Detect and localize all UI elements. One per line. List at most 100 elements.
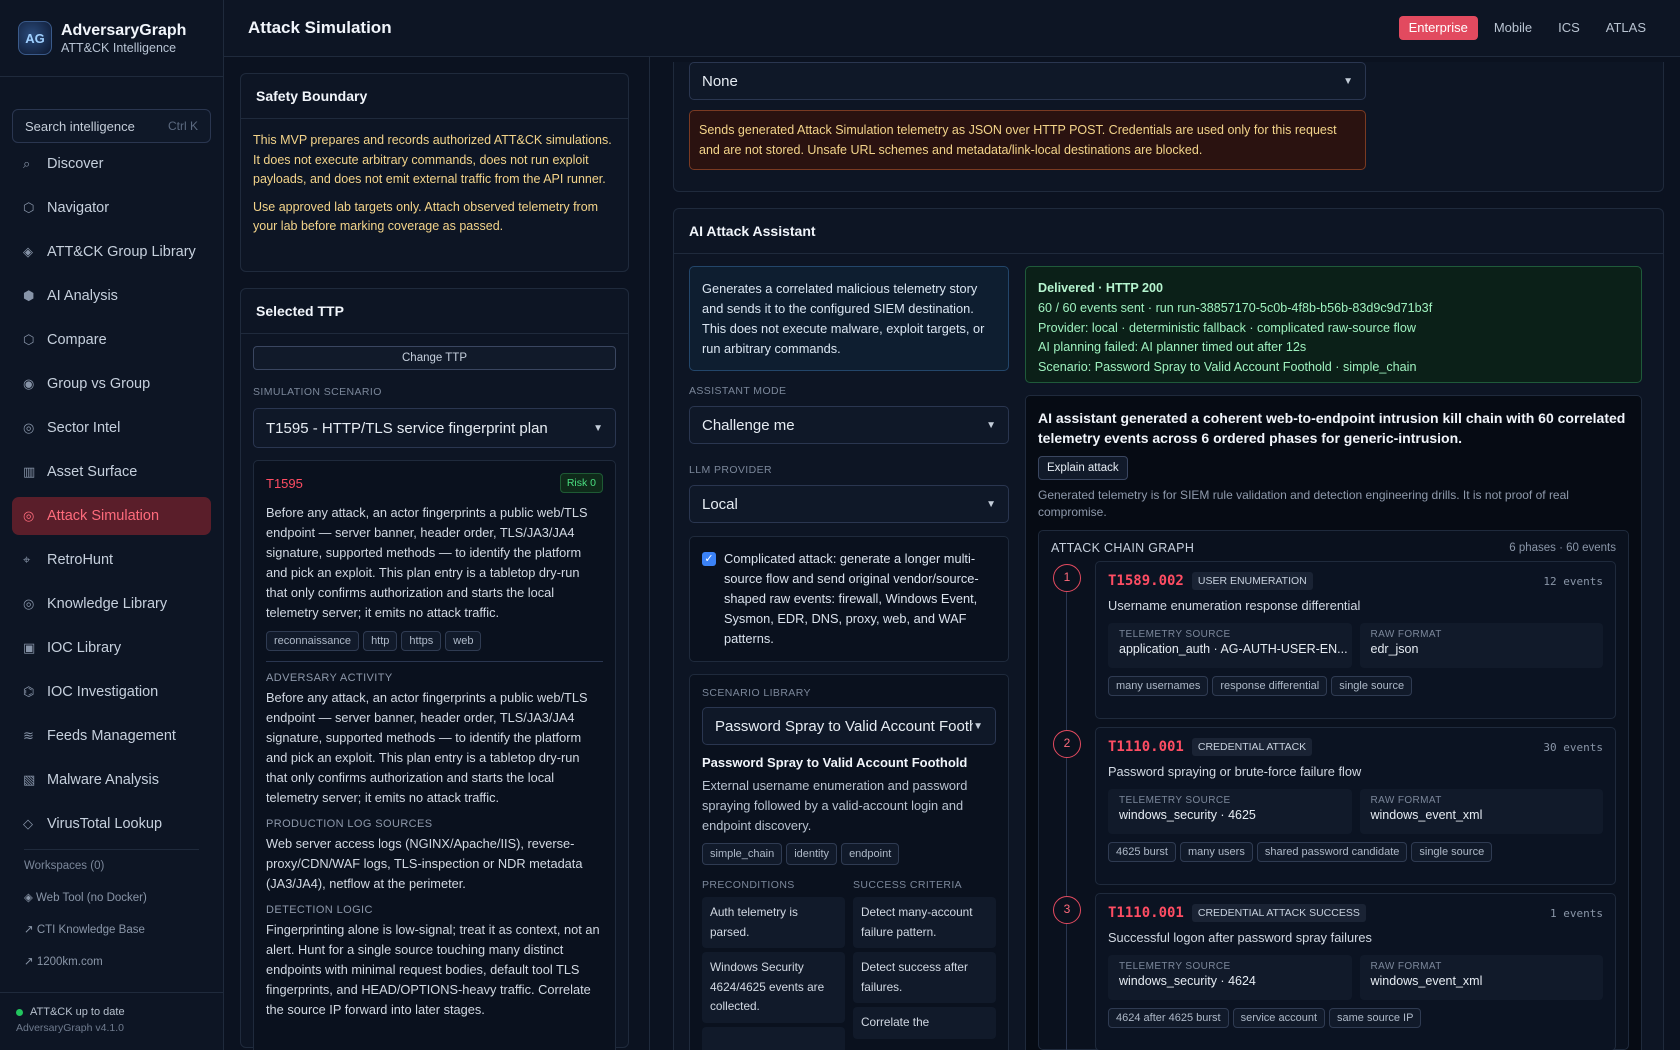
tab-mobile[interactable]: Mobile <box>1484 16 1542 40</box>
sidebar-item-group-vs-group[interactable]: ◉ Group vs Group <box>12 365 211 403</box>
phase-title: Password spraying or brute-force failure… <box>1108 764 1362 779</box>
sidebar-item-label: IOC Investigation <box>47 684 159 700</box>
phase-technique-id[interactable]: T1110.001 <box>1108 905 1184 921</box>
tab-ics[interactable]: ICS <box>1548 16 1590 40</box>
tag-chip: https <box>401 631 442 651</box>
telemetry-source-value: application_auth · AG-AUTH-USER-EN... <box>1119 642 1348 656</box>
sidebar-item-navigator[interactable]: ⬡ Navigator <box>12 189 211 227</box>
telemetry-source: TELEMETRY SOURCE windows_security · 4625 <box>1108 789 1352 834</box>
complicated-attack-label: Complicated attack: generate a longer mu… <box>724 551 979 646</box>
delivery-line-4: Scenario: Password Spray to Valid Accoun… <box>1038 360 1417 375</box>
sidebar-item-feeds-management[interactable]: ≋ Feeds Management <box>12 717 211 755</box>
sidebar-item-ai-analysis[interactable]: ⬢ AI Analysis <box>12 277 211 315</box>
siem-auth-select[interactable]: None ▼ <box>689 62 1366 100</box>
tag-chip: many users <box>1179 842 1253 862</box>
delivery-line-2: Provider: local · deterministic fallback… <box>1038 320 1416 335</box>
phase-card[interactable]: T1589.002 USER ENUMERATION 12 events Userna… <box>1095 561 1616 719</box>
tag-chip: service account <box>1232 1008 1326 1028</box>
virustotal-lookup-icon: ◇ <box>23 816 33 831</box>
workspace-link-cti-kb[interactable]: ↗ CTI Knowledge Base <box>24 914 199 946</box>
phase-type-badge: CREDENTIAL ATTACK SUCCESS <box>1191 904 1366 922</box>
tab-enterprise[interactable]: Enterprise <box>1398 16 1478 40</box>
ioc-investigation-icon: ⌬ <box>23 684 35 699</box>
scenario-title: Password Spray to Valid Account Foothold <box>702 755 968 770</box>
topbar: Attack Simulation Enterprise Mobile ICS … <box>224 0 1680 57</box>
safety-title: Safety Boundary <box>241 74 628 119</box>
brand-subtitle: ATT&CK Intelligence <box>61 40 177 55</box>
adversary-activity-label: ADVERSARY ACTIVITY <box>266 672 393 684</box>
phase-card[interactable]: T1110.001 CREDENTIAL ATTACK SUCCESS 1 even… <box>1095 893 1616 1050</box>
chevron-down-icon: ▼ <box>593 422 603 434</box>
sidebar-item-discover[interactable]: ⌕ Discover <box>12 145 211 183</box>
phase-technique-id[interactable]: T1110.001 <box>1108 739 1184 755</box>
tag-chip: 4625 burst <box>1108 842 1176 862</box>
sidebar-item-group-library[interactable]: ◈ ATT&CK Group Library <box>12 233 211 271</box>
compare-icon: ⬡ <box>23 332 35 347</box>
sidebar-item-ioc-library[interactable]: ▣ IOC Library <box>12 629 211 667</box>
log-sources-text: Web server access logs (NGINX/Apache/IIS… <box>266 836 583 891</box>
sidebar-item-label: Sector Intel <box>47 420 121 436</box>
telemetry-source-value: windows_security · 4625 <box>1119 808 1256 822</box>
matrix-tabs: Enterprise Mobile ICS ATLAS <box>1398 16 1656 40</box>
tab-atlas[interactable]: ATLAS <box>1596 16 1656 40</box>
sidebar-item-label: Group vs Group <box>47 376 151 392</box>
scenario-library-select[interactable]: Password Spray to Valid Account Foothold… <box>702 707 996 745</box>
chevron-down-icon: ▼ <box>1343 75 1353 87</box>
delivery-title: Delivered · HTTP 200 <box>1038 281 1164 295</box>
ttp-description: Before any attack, an actor fingerprints… <box>266 505 588 620</box>
phase-title: Successful logon after password spray fa… <box>1108 930 1372 945</box>
ttp-id[interactable]: T1595 <box>266 476 303 491</box>
sidebar-item-knowledge-library[interactable]: ◎ Knowledge Library <box>12 585 211 623</box>
sidebar-item-asset-surface[interactable]: ▥ Asset Surface <box>12 453 211 491</box>
complicated-attack-option[interactable]: ✓ Complicated attack: generate a longer … <box>689 536 1009 662</box>
sidebar-item-sector-intel[interactable]: ◎ Sector Intel <box>12 409 211 447</box>
detection-logic-text: Fingerprinting alone is low-signal; trea… <box>266 922 600 1017</box>
phase-event-count: 1 events <box>1550 906 1603 920</box>
scenario-select[interactable]: T1595 - HTTP/TLS service fingerprint pla… <box>253 408 616 448</box>
navigator-icon: ⬡ <box>23 200 35 215</box>
sidebar-item-ioc-investigation[interactable]: ⌬ IOC Investigation <box>12 673 211 711</box>
sidebar-item-malware-analysis[interactable]: ▧ Malware Analysis <box>12 761 211 799</box>
workspace-link-1200km[interactable]: ↗ 1200km.com <box>24 946 199 978</box>
tag-chip: 4624 after 4625 burst <box>1108 1008 1229 1028</box>
llm-provider-select[interactable]: Local ▼ <box>689 485 1009 523</box>
phase-number: 2 <box>1053 730 1081 758</box>
phase-number: 1 <box>1053 564 1081 592</box>
brand-title: AdversaryGraph <box>61 21 187 39</box>
workspace-link-web-tool[interactable]: ◈ Web Tool (no Docker) <box>24 882 199 914</box>
delivery-status: Delivered · HTTP 200 60 / 60 events sent… <box>1025 266 1642 383</box>
summary-headline: AI assistant generated a coherent web-to… <box>1038 410 1626 446</box>
workspaces-title[interactable]: Workspaces (0) <box>24 849 199 882</box>
complicated-attack-checkbox[interactable]: ✓ <box>702 552 716 566</box>
phase-card[interactable]: T1110.001 CREDENTIAL ATTACK 30 events Passw… <box>1095 727 1616 885</box>
search-input[interactable]: Search intelligence Ctrl K <box>12 109 211 143</box>
telemetry-source: TELEMETRY SOURCE windows_security · 4624 <box>1108 955 1352 1000</box>
phase-tags: 4625 burst many users shared password cand… <box>1108 842 1603 862</box>
explain-attack-button[interactable]: Explain attack <box>1038 456 1128 480</box>
precondition-item: Auth telemetry is parsed. <box>702 897 845 948</box>
retrohunt-icon: ⌖ <box>23 552 31 567</box>
phase-number: 3 <box>1053 896 1081 924</box>
sidebar-item-label: IOC Library <box>47 640 122 656</box>
graph-meta: 6 phases · 60 events <box>1509 542 1616 554</box>
sidebar-item-label: Discover <box>47 156 104 172</box>
phase-type-badge: CREDENTIAL ATTACK <box>1191 738 1313 756</box>
knowledge-library-icon: ◎ <box>23 596 35 611</box>
brand[interactable]: AG AdversaryGraph ATT&CK Intelligence <box>0 0 223 77</box>
phase-technique-id[interactable]: T1589.002 <box>1108 573 1184 589</box>
assistant-mode-label: ASSISTANT MODE <box>689 385 787 397</box>
malware-analysis-icon: ▧ <box>23 772 36 787</box>
change-ttp-button[interactable]: Change TTP <box>253 346 616 370</box>
ttp-tags: reconnaissance http https web <box>266 631 603 662</box>
assistant-controls: Generates a correlated malicious telemet… <box>689 266 1009 1050</box>
assistant-mode-select[interactable]: Challenge me ▼ <box>689 406 1009 444</box>
app-logo-icon: AG <box>18 21 52 55</box>
llm-provider-value: Local <box>702 495 738 513</box>
raw-format: RAW FORMAT edr_json <box>1359 623 1603 668</box>
sidebar-item-retrohunt[interactable]: ⌖ RetroHunt <box>12 541 211 579</box>
scenario-tags: simple_chain identity endpoint <box>702 843 996 865</box>
sidebar-item-compare[interactable]: ⬡ Compare <box>12 321 211 359</box>
sidebar-item-attack-simulation[interactable]: ◎ Attack Simulation <box>12 497 211 535</box>
sidebar-item-virustotal-lookup[interactable]: ◇ VirusTotal Lookup <box>12 805 211 843</box>
app-version: AdversaryGraph v4.1.0 <box>16 1022 124 1034</box>
